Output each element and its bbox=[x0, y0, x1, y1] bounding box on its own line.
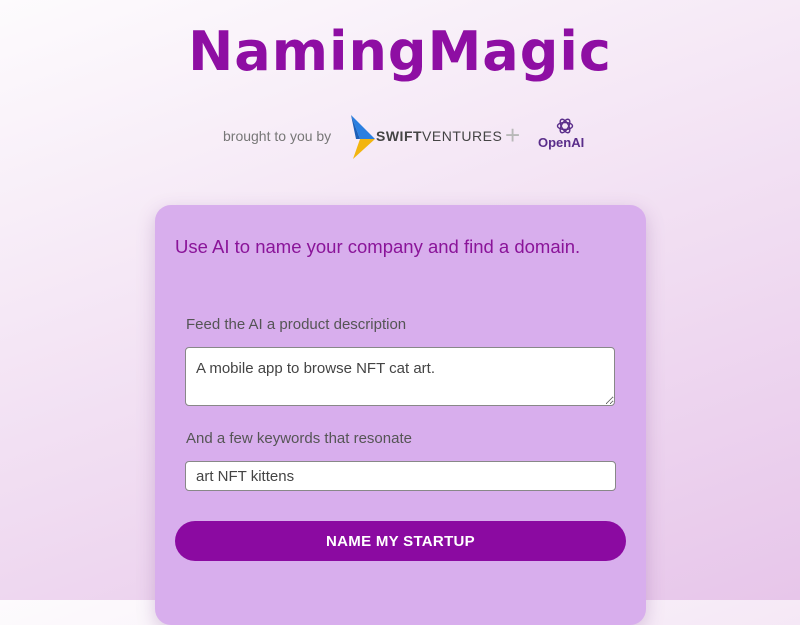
openai-text: OpenAI bbox=[538, 135, 585, 150]
brought-by-text: brought to you by bbox=[223, 128, 332, 144]
app-title: NamingMagic bbox=[188, 20, 612, 83]
plus-icon: + bbox=[505, 120, 521, 150]
sponsors-bar: brought to you by SWIFTVENTURES + OpenAI bbox=[0, 110, 800, 160]
card-heading: Use AI to name your company and find a d… bbox=[175, 236, 581, 257]
swift-ventures-logo-icon bbox=[351, 115, 375, 159]
keywords-input[interactable] bbox=[185, 461, 616, 491]
description-textarea[interactable]: A mobile app to browse NFT cat art. bbox=[185, 347, 615, 406]
swift-ventures-text: SWIFTVENTURES bbox=[376, 128, 502, 144]
name-generator-card: Use AI to name your company and find a d… bbox=[155, 205, 646, 625]
openai-logo-icon bbox=[556, 118, 574, 134]
ventures-text: VENTURES bbox=[422, 128, 503, 144]
description-label: Feed the AI a product description bbox=[186, 316, 407, 333]
swift-bold-text: SWIFT bbox=[376, 128, 423, 144]
name-my-startup-button[interactable]: NAME MY STARTUP bbox=[175, 521, 626, 561]
keywords-label: And a few keywords that resonate bbox=[186, 430, 412, 447]
